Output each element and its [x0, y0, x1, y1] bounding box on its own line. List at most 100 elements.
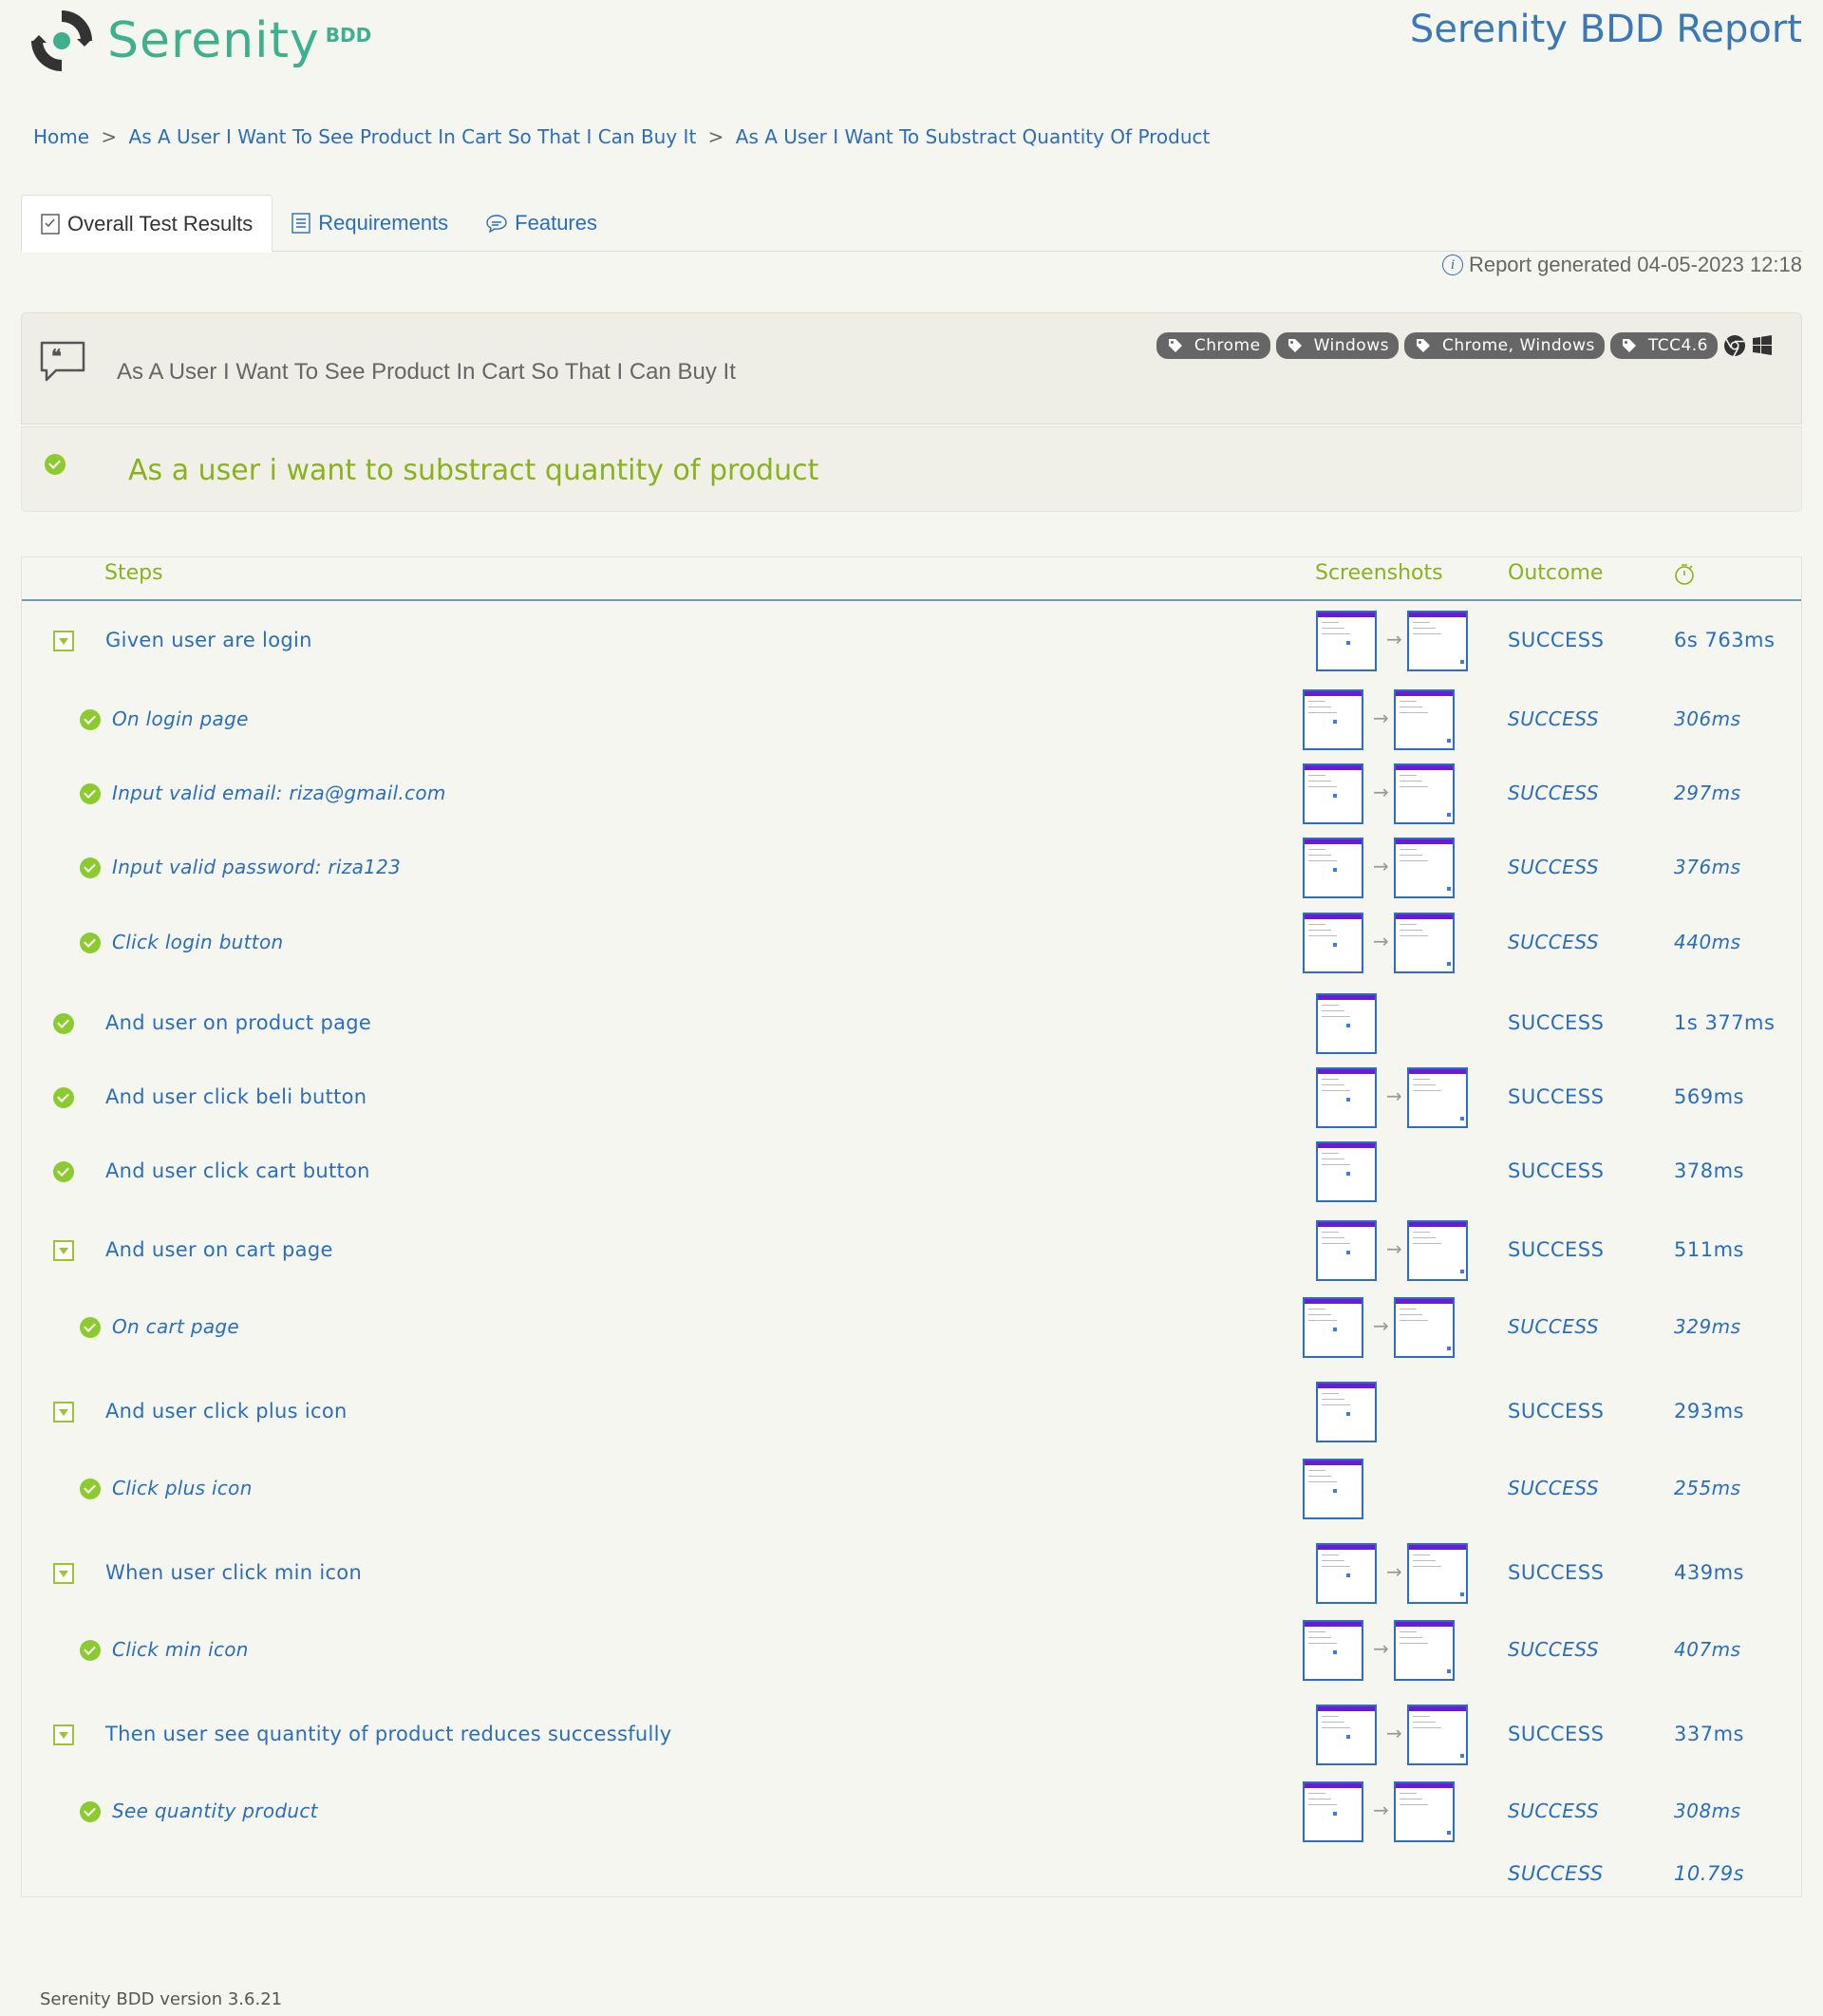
brand-name: Serenity — [107, 12, 320, 69]
breadcrumb-feature[interactable]: As A User I Want To See Product In Cart … — [129, 125, 697, 148]
screenshot-thumbnail[interactable] — [1407, 611, 1468, 671]
step-row[interactable]: And user click plus icon SUCCESS 293ms — [22, 1371, 1801, 1452]
breadcrumb-scenario[interactable]: As A User I Want To Substract Quantity O… — [736, 125, 1211, 148]
step-row[interactable]: And user on cart page → SUCCESS 511ms — [22, 1210, 1801, 1291]
expand-toggle-icon[interactable] — [53, 1240, 74, 1261]
screenshot-thumbnail[interactable] — [1407, 1067, 1468, 1128]
step-row[interactable]: And user click cart button SUCCESS 378ms — [22, 1135, 1801, 1209]
screenshot-thumbnail[interactable] — [1303, 1620, 1363, 1681]
substep-row[interactable]: Input valid email: riza@gmail.com → SUCCES… — [22, 757, 1801, 831]
step-outcome: SUCCESS — [1508, 1477, 1600, 1499]
step-duration: 306ms — [1674, 707, 1741, 730]
step-outcome: SUCCESS — [1508, 1400, 1605, 1423]
tab-label: Features — [515, 211, 597, 235]
screenshot-thumbnail[interactable] — [1303, 1297, 1363, 1358]
tag-label: Chrome, Windows — [1441, 336, 1595, 355]
breadcrumb-home[interactable]: Home — [33, 125, 89, 148]
document-icon — [291, 213, 310, 234]
step-row[interactable]: And user click beli button → SUCCESS 569ms — [22, 1061, 1801, 1135]
screenshot-thumbnail[interactable] — [1316, 1543, 1377, 1604]
arrow-right-icon: → — [1386, 1084, 1402, 1107]
stopwatch-icon — [1675, 564, 1694, 585]
substep-row[interactable]: Click min icon → SUCCESS 407ms — [22, 1613, 1801, 1687]
substep-row[interactable]: Input valid password: riza123 → SUCCESS 376… — [22, 831, 1801, 905]
feature-panel: ❝ As A User I Want To See Product In Car… — [21, 312, 1802, 424]
substep-row[interactable]: Click login button → SUCCESS 440ms — [22, 906, 1801, 980]
tag-chrome[interactable]: Chrome — [1156, 332, 1270, 359]
screenshot-thumbnail[interactable] — [1316, 1705, 1377, 1765]
tab-overall-test-results[interactable]: Overall Test Results — [21, 195, 273, 253]
arrow-right-icon: → — [1386, 1722, 1402, 1744]
step-duration: 293ms — [1674, 1400, 1744, 1423]
substep-row[interactable]: See quantity product → SUCCESS 308ms — [22, 1775, 1801, 1849]
screenshot-thumbnail[interactable] — [1316, 1067, 1377, 1128]
header-steps: Steps — [104, 561, 163, 585]
expand-toggle-icon[interactable] — [53, 1724, 74, 1745]
arrow-right-icon: → — [1386, 1237, 1402, 1260]
step-outcome: SUCCESS — [1508, 856, 1600, 878]
screenshot-thumbnail[interactable] — [1394, 1781, 1455, 1842]
screenshot-thumbnail[interactable] — [1316, 1220, 1377, 1281]
step-label: Input valid password: riza123 — [112, 856, 402, 878]
screenshot-thumbnail[interactable] — [1407, 1705, 1468, 1765]
expand-toggle-icon[interactable] — [53, 631, 74, 651]
screenshot-thumbnail[interactable] — [1407, 1220, 1468, 1281]
serenity-logo[interactable]: Serenity BDD — [28, 7, 371, 75]
arrow-right-icon: → — [1373, 781, 1389, 803]
tag-icon — [1168, 339, 1182, 352]
expand-toggle-icon[interactable] — [53, 1563, 74, 1584]
scenario-panel: As a user i want to substract quantity o… — [21, 426, 1802, 512]
screenshot-thumbnail[interactable] — [1316, 1141, 1377, 1202]
screenshot-thumbnail[interactable] — [1303, 1459, 1363, 1519]
arrow-right-icon: → — [1373, 1799, 1389, 1821]
screenshot-thumbnail[interactable] — [1394, 689, 1455, 750]
success-check-icon — [80, 1801, 101, 1822]
arrow-right-icon: → — [1373, 930, 1389, 952]
screenshot-thumbnail[interactable] — [1394, 1620, 1455, 1681]
tab-features[interactable]: Features — [467, 195, 616, 252]
success-check-icon — [80, 857, 101, 878]
screenshot-thumbnail[interactable] — [1303, 838, 1363, 898]
tag-label: TCC4.6 — [1647, 336, 1708, 355]
step-duration: 308ms — [1674, 1799, 1741, 1822]
tag-icon — [1622, 339, 1636, 352]
screenshot-thumbnail[interactable] — [1316, 611, 1377, 671]
step-label: Given user are login — [105, 629, 312, 651]
screenshot-thumbnail[interactable] — [1394, 913, 1455, 973]
tag-icon — [1287, 339, 1302, 352]
screenshot-thumbnail[interactable] — [1303, 913, 1363, 973]
tag-windows[interactable]: Windows — [1275, 332, 1399, 359]
screenshot-thumbnail[interactable] — [1316, 993, 1377, 1054]
screenshot-thumbnail[interactable] — [1303, 763, 1363, 824]
step-row[interactable]: And user on product page SUCCESS 1s 377ms — [22, 987, 1801, 1061]
tag-list: Chrome Windows Chrome, Windows TCC4.6 — [1151, 332, 1773, 359]
step-row[interactable]: When user click min icon → SUCCESS 439ms — [22, 1533, 1801, 1613]
step-duration: 297ms — [1674, 782, 1741, 804]
screenshot-thumbnail[interactable] — [1303, 689, 1363, 750]
substep-row[interactable]: On cart page → SUCCESS 329ms — [22, 1291, 1801, 1365]
step-label: And user click plus icon — [105, 1400, 348, 1423]
step-outcome: SUCCESS — [1508, 1315, 1600, 1338]
tag-tcc[interactable]: TCC4.6 — [1609, 332, 1718, 359]
step-duration: 407ms — [1674, 1638, 1741, 1661]
step-row[interactable]: Given user are login → SUCCESS 6s 763ms — [22, 600, 1801, 681]
screenshot-thumbnail[interactable] — [1407, 1543, 1468, 1604]
screenshot-thumbnail[interactable] — [1316, 1382, 1377, 1442]
screenshot-thumbnail[interactable] — [1394, 763, 1455, 824]
screenshot-thumbnail[interactable] — [1394, 1297, 1455, 1358]
screenshot-thumbnail[interactable] — [1303, 1781, 1363, 1842]
step-duration: 255ms — [1674, 1477, 1741, 1499]
report-generated-text: Report generated 04-05-2023 12:18 — [1468, 253, 1802, 276]
tag-label: Windows — [1313, 336, 1389, 355]
step-row[interactable]: Then user see quantity of product reduce… — [22, 1694, 1801, 1775]
tab-requirements[interactable]: Requirements — [273, 195, 467, 252]
expand-toggle-icon[interactable] — [53, 1402, 74, 1423]
checklist-icon — [41, 213, 60, 235]
screenshot-thumbnail[interactable] — [1394, 838, 1455, 898]
step-duration: 376ms — [1674, 856, 1741, 878]
substep-row[interactable]: On login page → SUCCESS 306ms — [22, 683, 1801, 757]
scenario-title: As a user i want to substract quantity o… — [128, 454, 819, 487]
tag-chrome-windows[interactable]: Chrome, Windows — [1403, 332, 1605, 359]
success-check-icon — [53, 1013, 74, 1034]
substep-row[interactable]: Click plus icon SUCCESS 255ms — [22, 1452, 1801, 1526]
